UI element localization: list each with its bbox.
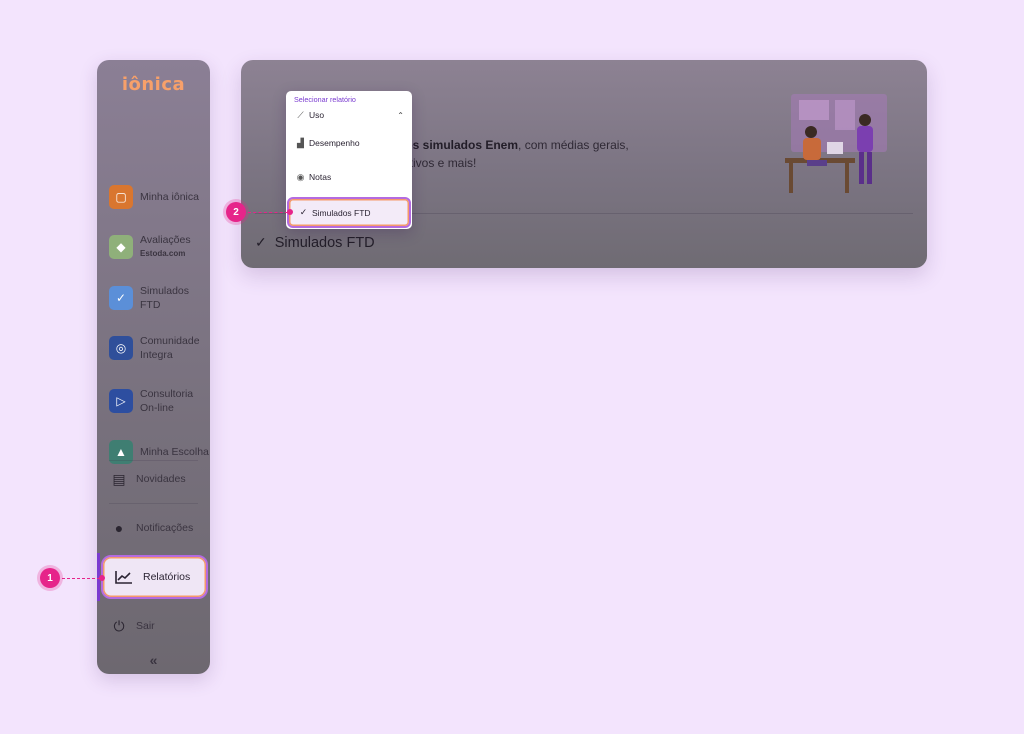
sidebar-item-label: Relatórios bbox=[143, 571, 191, 583]
power-icon: ⏻ bbox=[113, 617, 125, 634]
dropdown-select[interactable]: ⟋ Uso ⌃ bbox=[295, 108, 404, 122]
sidebar-item-comunidade-integra[interactable]: ◎ Comunidade Integra bbox=[97, 328, 210, 368]
callout-badge-1: 1 bbox=[40, 568, 60, 588]
video-chat-icon: ▷ bbox=[109, 389, 133, 413]
check-icon: ✓ bbox=[299, 207, 308, 217]
newspaper-icon: ▤ bbox=[112, 470, 126, 487]
sidebar-item-relatorios[interactable]: Relatórios bbox=[101, 555, 208, 599]
sidebar-item-avaliacoes[interactable]: ◆ Avaliações Estoda.com bbox=[97, 227, 210, 267]
medal-icon: ◉ bbox=[296, 171, 305, 182]
ionica-logo[interactable]: iônica bbox=[97, 74, 210, 95]
chart-icon bbox=[115, 571, 132, 584]
dropdown-option-desempenho[interactable]: ▟ Desempenho bbox=[295, 135, 360, 151]
dropdown-selected-value: Uso bbox=[309, 110, 325, 120]
sidebar-item-label: Simulados FTD bbox=[140, 285, 190, 311]
check-badge-icon: ✓ bbox=[109, 286, 133, 310]
sidebar-item-novidades[interactable]: ▤ Novidades bbox=[97, 459, 210, 499]
sidebar-item-simulados-ftd[interactable]: ✓ Simulados FTD bbox=[97, 278, 210, 318]
sidebar-item-label: Sair bbox=[136, 620, 155, 632]
dropdown-option-label: Simulados FTD bbox=[312, 207, 371, 218]
dropdown-option-notas[interactable]: ◉ Notas bbox=[295, 169, 332, 185]
sidebar-item-label: Minha iônica bbox=[140, 191, 199, 203]
callout-dot-2 bbox=[287, 209, 293, 215]
sidebar-item-label: Comunidade Integra bbox=[140, 335, 200, 361]
sidebar-divider bbox=[109, 503, 198, 504]
card-description-rest: , com médias gerais, bbox=[518, 138, 629, 152]
sidebar-item-label: Novidades bbox=[136, 473, 186, 485]
sidebar-item-label: Notificações bbox=[136, 522, 194, 534]
sidebar-item-consultoria[interactable]: ▷ Consultoria On-line bbox=[97, 381, 210, 421]
callout-line-2 bbox=[248, 212, 288, 213]
dropdown-option-simulados-ftd[interactable]: ✓ Simulados FTD bbox=[287, 197, 411, 228]
selected-report-title: ✓ Simulados FTD bbox=[255, 234, 375, 251]
callout-badge-2: 2 bbox=[226, 202, 246, 222]
assessment-icon: ◆ bbox=[109, 235, 133, 259]
usage-chart-icon: ⟋ bbox=[297, 109, 304, 120]
card-description-bold: dos simulados Enem bbox=[398, 138, 519, 152]
people-illustration bbox=[785, 94, 887, 193]
collapse-sidebar-button[interactable]: « bbox=[97, 652, 210, 668]
dropdown-option-label: Desempenho bbox=[309, 138, 360, 148]
sidebar-item-minha-ionica[interactable]: ▢ Minha iônica bbox=[97, 177, 210, 217]
sidebar-item-label: Avaliações bbox=[140, 234, 191, 246]
chevron-up-icon: ⌃ bbox=[397, 110, 404, 120]
sidebar-item-sublabel: Estoda.com bbox=[140, 249, 186, 258]
sidebar-item-label: Consultoria On-line bbox=[140, 388, 194, 414]
backpack-icon: ▢ bbox=[109, 185, 133, 209]
check-icon: ✓ bbox=[255, 234, 267, 250]
card-title-label: Simulados FTD bbox=[274, 234, 375, 251]
sidebar-item-sair[interactable]: ⏻ Sair bbox=[97, 606, 210, 646]
callout-line-1 bbox=[62, 578, 100, 579]
dropdown-option-label: Notas bbox=[309, 172, 332, 182]
card-description: dos simulados Enem, com médias gerais, a… bbox=[398, 136, 668, 172]
sidebar-item-notificacoes[interactable]: ● Notificações bbox=[97, 508, 210, 548]
bell-icon: ● bbox=[114, 520, 124, 536]
performance-chart-icon: ▟ bbox=[297, 137, 304, 148]
community-icon: ◎ bbox=[109, 336, 133, 360]
callout-dot-1 bbox=[99, 575, 105, 581]
dropdown-label: Selecionar relatório bbox=[294, 95, 356, 104]
sidebar-item-label: Minha Escolha bbox=[140, 446, 209, 458]
